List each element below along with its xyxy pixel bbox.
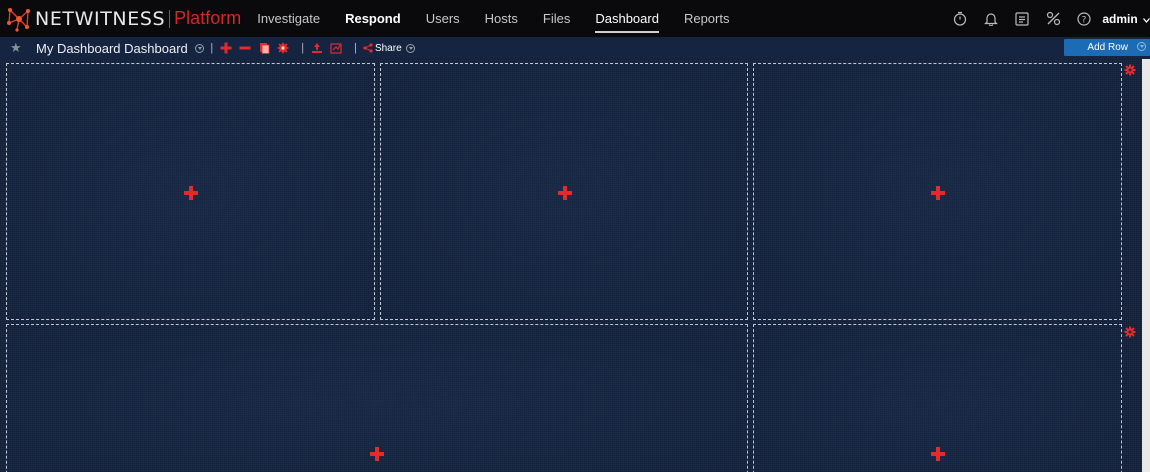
row-settings-gear-icon[interactable] — [1124, 64, 1136, 76]
add-dashlet-icon[interactable] — [219, 41, 233, 55]
dashlet-slot[interactable] — [6, 324, 748, 472]
toolbar-divider: | — [354, 42, 357, 54]
brand-name: NETWITNESS — [35, 7, 166, 30]
top-navigation-bar: NETWITNESS Platform Investigate Respond … — [0, 0, 1150, 37]
nav-utilities: ? admin — [937, 0, 1150, 37]
import-icon[interactable] — [310, 41, 324, 55]
dashlet-slot[interactable] — [753, 63, 1122, 320]
dropdown-caret-icon — [195, 43, 205, 53]
chevron-down-icon — [1143, 17, 1150, 23]
dropdown-caret-icon — [405, 43, 415, 53]
nav-investigate[interactable]: Investigate — [257, 0, 320, 37]
nav-respond[interactable]: Respond — [345, 0, 401, 37]
dashlet-slot[interactable] — [753, 324, 1122, 472]
favorite-star-icon[interactable]: ★ — [10, 40, 24, 56]
svg-text:?: ? — [1082, 15, 1087, 25]
row-settings-gear-icon[interactable] — [1124, 326, 1136, 338]
dashboard-canvas — [0, 59, 1150, 472]
nav-files[interactable]: Files — [543, 0, 570, 37]
user-menu[interactable]: admin — [1102, 12, 1150, 26]
nav-hosts[interactable]: Hosts — [485, 0, 518, 37]
add-dashlet-plus-icon[interactable] — [931, 447, 945, 461]
main-nav: Investigate Respond Users Hosts Files Da… — [257, 0, 754, 37]
nav-dashboard[interactable]: Dashboard — [595, 0, 659, 37]
brand-divider — [169, 9, 171, 28]
nav-reports[interactable]: Reports — [684, 0, 730, 37]
nav-users[interactable]: Users — [426, 0, 460, 37]
add-dashlet-plus-icon[interactable] — [931, 186, 945, 200]
netwitness-logo[interactable]: NETWITNESS Platform — [6, 0, 241, 37]
add-dashlet-plus-icon[interactable] — [558, 186, 572, 200]
dashlet-slot[interactable] — [380, 63, 748, 320]
copy-dashboard-icon[interactable] — [257, 41, 271, 55]
task-list-icon[interactable] — [1014, 11, 1030, 27]
share-button[interactable]: Share — [363, 43, 415, 54]
vertical-scrollbar[interactable] — [1142, 59, 1150, 472]
tools-icon[interactable] — [1045, 11, 1061, 27]
netwitness-logo-icon — [7, 7, 30, 32]
add-dashlet-plus-icon[interactable] — [184, 186, 198, 200]
settings-icon[interactable] — [276, 41, 290, 55]
share-icon — [363, 43, 373, 53]
remove-dashlet-icon[interactable] — [238, 41, 252, 55]
toolbar-divider: | — [210, 42, 214, 54]
timer-icon[interactable] — [952, 11, 968, 27]
help-icon[interactable]: ? — [1076, 11, 1092, 27]
add-dashlet-plus-icon[interactable] — [370, 447, 384, 461]
brand-product: Platform — [174, 8, 242, 28]
add-row-label: Add Row — [1087, 42, 1128, 53]
dashlet-slot[interactable] — [6, 63, 375, 320]
dropdown-caret-icon — [1137, 42, 1146, 51]
toolbar-divider: | — [301, 42, 305, 54]
share-label: Share — [374, 42, 402, 54]
username: admin — [1102, 11, 1138, 26]
export-icon[interactable] — [329, 41, 343, 55]
dashboard-selector[interactable]: My Dashboard Dashboard — [36, 40, 205, 56]
dashboard-title: My Dashboard Dashboard — [36, 40, 188, 56]
bell-icon[interactable] — [983, 11, 999, 27]
add-row-button[interactable]: Add Row — [1064, 39, 1150, 56]
dashboard-toolbar: ★ My Dashboard Dashboard | | | Share Add… — [0, 37, 1150, 59]
